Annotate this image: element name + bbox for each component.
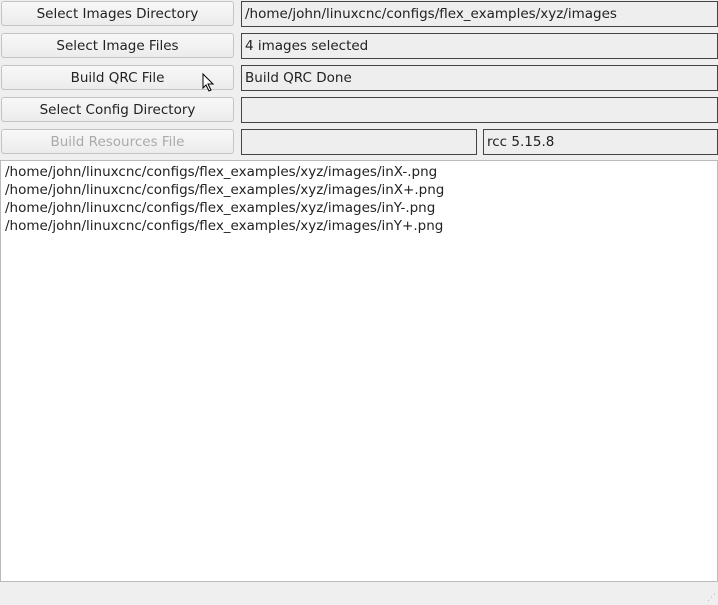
images-directory-field[interactable]: /home/john/linuxcnc/configs/flex_example… [241,1,718,27]
mouse-cursor-icon [202,73,215,92]
build-resources-file-button: Build Resources File [1,129,234,154]
rcc-version-field[interactable]: rcc 5.15.8 [483,129,718,155]
file-list[interactable]: /home/john/linuxcnc/configs/flex_example… [0,160,718,582]
list-item[interactable]: /home/john/linuxcnc/configs/flex_example… [5,163,713,181]
resources-file-field[interactable] [241,129,477,155]
list-item[interactable]: /home/john/linuxcnc/configs/flex_example… [5,217,713,235]
select-images-directory-button[interactable]: Select Images Directory [1,1,234,26]
image-count-field[interactable]: 4 images selected [241,33,718,59]
resize-grip-icon[interactable]: ⋰ [707,593,716,603]
config-directory-field[interactable] [241,97,718,123]
qrc-status-field[interactable]: Build QRC Done [241,65,718,91]
select-config-directory-button[interactable]: Select Config Directory [1,97,234,122]
list-item[interactable]: /home/john/linuxcnc/configs/flex_example… [5,181,713,199]
list-item[interactable]: /home/john/linuxcnc/configs/flex_example… [5,199,713,217]
select-image-files-button[interactable]: Select Image Files [1,33,234,58]
build-qrc-file-button[interactable]: Build QRC File [1,65,234,90]
